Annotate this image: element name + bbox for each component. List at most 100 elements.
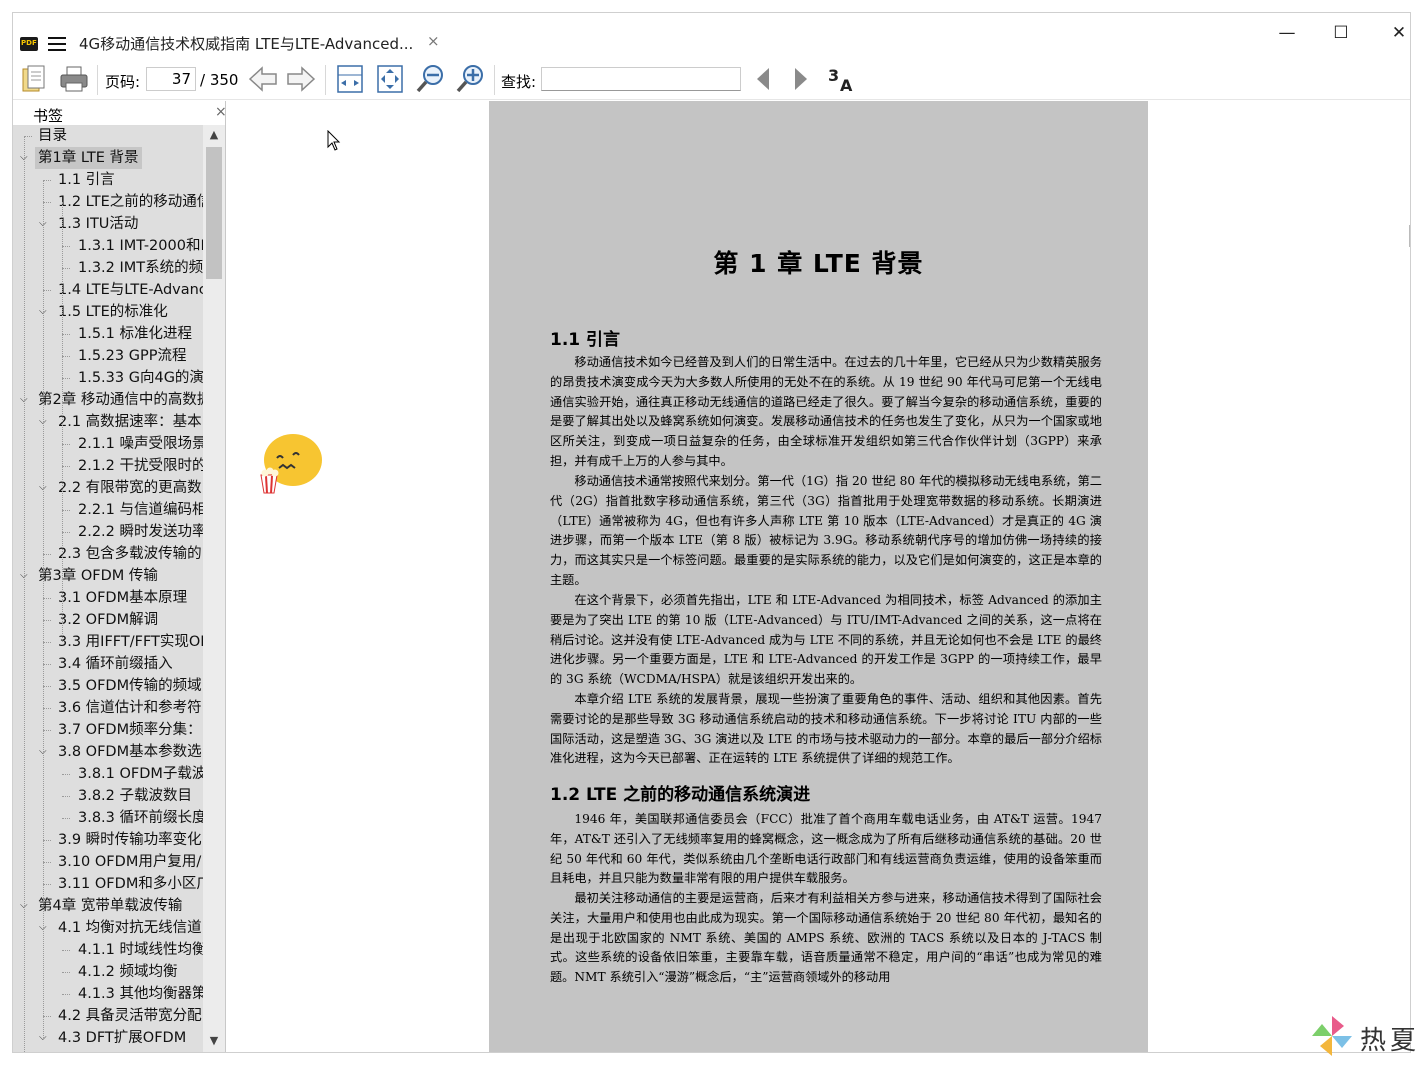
bookmark-item[interactable]: 目录 [13, 125, 203, 147]
hamburger-menu-icon[interactable] [48, 37, 66, 51]
document-tab-title[interactable]: 4G移动通信技术权威指南 LTE与LTE-Advanced... [79, 33, 413, 54]
close-window-button[interactable]: ✕ [1385, 21, 1410, 45]
mouse-cursor-icon [327, 130, 341, 151]
bookmark-item[interactable]: 2.1.2 干扰受限时的 [13, 455, 203, 477]
bookmark-item[interactable]: 1.3.2 IMT系统的频 [13, 257, 203, 279]
bookmark-item[interactable]: 1.1 引言 [13, 169, 203, 191]
bookmark-item[interactable]: 1.5.33 G向4G的演进 [13, 367, 203, 389]
bookmark-item[interactable]: 3.8.2 子载波数目 [13, 785, 203, 807]
bookmark-item[interactable]: 3.2 OFDM解调 [13, 609, 203, 631]
open-file-icon[interactable] [19, 63, 51, 95]
chapter-title: 第 1 章 LTE 背景 [713, 249, 924, 278]
scroll-thumb[interactable] [206, 147, 222, 279]
bookmark-label: 3.4 循环前缀插入 [58, 656, 173, 672]
bookmark-item[interactable]: 2.2.1 与信道编码相 [13, 499, 203, 521]
zoom-in-icon[interactable] [454, 63, 486, 95]
maximize-button[interactable]: ☐ [1327, 21, 1355, 45]
page-number-input[interactable]: 37 [146, 67, 196, 91]
bookmark-label: 3.11 OFDM和多小区广 [58, 876, 203, 892]
bookmark-label: 1.1 引言 [58, 172, 115, 188]
minimize-button[interactable]: — [1273, 21, 1301, 45]
bookmark-item[interactable]: ⌵ 4.1 均衡对抗无线信道 [13, 917, 203, 939]
bookmark-item[interactable]: 2.2.2 瞬时发送功率 [13, 521, 203, 543]
bookmark-item[interactable]: ⌵ 第3章 OFDM 传输 [13, 565, 203, 587]
bookmark-item[interactable]: ⌵ 第4章 宽带单载波传输 [13, 895, 203, 917]
bookmark-item[interactable]: 3.8.1 OFDM子载波 [13, 763, 203, 785]
bookmark-label: 3.10 OFDM用户复用/ [58, 854, 202, 870]
bookmark-label: 2.2.2 瞬时发送功率 [78, 524, 203, 540]
bookmark-item[interactable]: 2.1.1 噪声受限场景 [13, 433, 203, 455]
page-total: / 350 [200, 71, 239, 89]
viewer-scrollbar[interactable] [1409, 225, 1410, 247]
text-language-icon[interactable]: 3A [826, 63, 858, 95]
search-input[interactable] [541, 67, 741, 91]
bookmark-item[interactable]: 3.6 信道估计和参考符 [13, 697, 203, 719]
search-previous-icon[interactable] [747, 63, 779, 95]
bookmark-item[interactable]: 4.2 具备灵活带宽分配 [13, 1005, 203, 1027]
bookmark-label: 1.5.1 标准化进程 [78, 326, 193, 342]
bookmark-label: 1.3 ITU活动 [58, 216, 139, 232]
bookmark-item[interactable]: 3.8.3 循环前缀长度 [13, 807, 203, 829]
bookmark-label: 2.2.1 与信道编码相 [78, 502, 203, 518]
bookmark-item[interactable]: 3.5 OFDM传输的频域 [13, 675, 203, 697]
bookmark-label: 3.6 信道估计和参考符 [58, 700, 202, 716]
bookmark-label: 3.8.2 子载波数目 [78, 788, 193, 804]
bookmark-item[interactable]: ⌵ 4.3 DFT扩展OFDM [13, 1027, 203, 1049]
bookmark-item[interactable]: 4.1.3 其他均衡器策 [13, 983, 203, 1005]
bookmark-label: 3.9 瞬时传输功率变化 [58, 832, 202, 848]
bookmark-item[interactable]: 1.2 LTE之前的移动通信 [13, 191, 203, 213]
bookmark-item[interactable]: ⌵ 2.1 高数据速率：基本 [13, 411, 203, 433]
bookmark-item[interactable]: 3.7 OFDM频率分集： [13, 719, 203, 741]
bookmark-label: 1.2 LTE之前的移动通信 [58, 194, 203, 210]
bookmark-item[interactable]: 3.3 用IFFT/FFT实现OF [13, 631, 203, 653]
bookmark-item[interactable]: 3.11 OFDM和多小区广 [13, 873, 203, 895]
bookmark-item[interactable]: 1.3.1 IMT-2000和I [13, 235, 203, 257]
bookmark-sidebar: 书签 × 目录 ⌵ 第1章 LTE 背景 1.1 引言 1.2 LTE之前的移动通信 ⌵ 1… [13, 101, 226, 1052]
bookmark-item[interactable]: ⌵ 2.2 有限带宽的更高数 [13, 477, 203, 499]
bookmark-label: 3.3 用IFFT/FFT实现OF [58, 634, 203, 650]
section-heading: 1.1 引言 [550, 330, 621, 350]
fit-width-icon[interactable] [334, 63, 366, 95]
document-viewer[interactable]: 第 1 章 LTE 背景 1.1 引言 移动通信技术如今已经普及到人们的日常生活… [226, 101, 1410, 1052]
bookmark-item[interactable]: 3.1 OFDM基本原理 [13, 587, 203, 609]
bookmark-item[interactable]: 3.9 瞬时传输功率变化 [13, 829, 203, 851]
bookmark-item[interactable]: ⌵ 1.3 ITU活动 [13, 213, 203, 235]
bookmark-label: 3.1 OFDM基本原理 [58, 590, 188, 606]
bookmark-item[interactable]: 2.3 包含多载波传输的 [13, 543, 203, 565]
scroll-up-icon[interactable]: ▲ [203, 125, 225, 145]
tab-close-icon[interactable]: × [427, 32, 440, 50]
watermark-text: 热夏 [1360, 1026, 1421, 1056]
previous-page-icon[interactable] [247, 63, 279, 95]
pinwheel-logo-icon [1312, 1016, 1352, 1056]
bookmark-label: 1.5 LTE的标准化 [58, 304, 168, 320]
fit-page-icon[interactable] [374, 63, 406, 95]
bookmark-item[interactable]: 4.1.1 时域线性均衡 [13, 939, 203, 961]
bookmark-item[interactable]: 1.4 LTE与LTE-Advanc [13, 279, 203, 301]
bookmark-item[interactable]: 1.5.23 GPP流程 [13, 345, 203, 367]
search-next-icon[interactable] [785, 63, 817, 95]
bookmark-item[interactable]: ⌵ 第1章 LTE 背景 [13, 147, 203, 169]
paragraph: 1946 年，美国联邦通信委员会（FCC）批准了首个商用车载电话业务，由 AT&… [550, 812, 1102, 886]
bookmark-item[interactable]: 4.1.2 频域均衡 [13, 961, 203, 983]
bookmark-item[interactable]: ⌵ 3.8 OFDM基本参数选 [13, 741, 203, 763]
scroll-down-icon[interactable]: ▼ [203, 1031, 225, 1051]
watermark: 热夏 [1310, 1014, 1420, 1060]
bookmark-label: 第1章 LTE 背景 [35, 147, 142, 169]
svg-text:3: 3 [828, 66, 839, 85]
bookmark-label: 1.5.23 GPP流程 [78, 348, 187, 364]
bookmark-item[interactable]: 1.5.1 标准化进程 [13, 323, 203, 345]
bookmark-label: 4.3 DFT扩展OFDM [58, 1030, 187, 1046]
sidebar-scrollbar[interactable]: ▲ ▼ [203, 125, 225, 1052]
bookmark-label: 1.4 LTE与LTE-Advanc [58, 282, 203, 298]
zoom-out-icon[interactable] [414, 63, 446, 95]
next-page-icon[interactable] [285, 63, 317, 95]
bookmark-item[interactable]: 3.10 OFDM用户复用/ [13, 851, 203, 873]
bookmark-label: 1.5.33 G向4G的演进 [78, 370, 203, 386]
sidebar-close-icon[interactable]: × [215, 104, 225, 120]
bookmark-item[interactable]: 3.4 循环前缀插入 [13, 653, 203, 675]
search-label: 查找: [501, 73, 537, 91]
svg-text:A: A [840, 76, 853, 95]
print-icon[interactable] [58, 63, 90, 95]
bookmark-item[interactable]: ⌵ 第2章 移动通信中的高数据 [13, 389, 203, 411]
bookmark-item[interactable]: ⌵ 1.5 LTE的标准化 [13, 301, 203, 323]
